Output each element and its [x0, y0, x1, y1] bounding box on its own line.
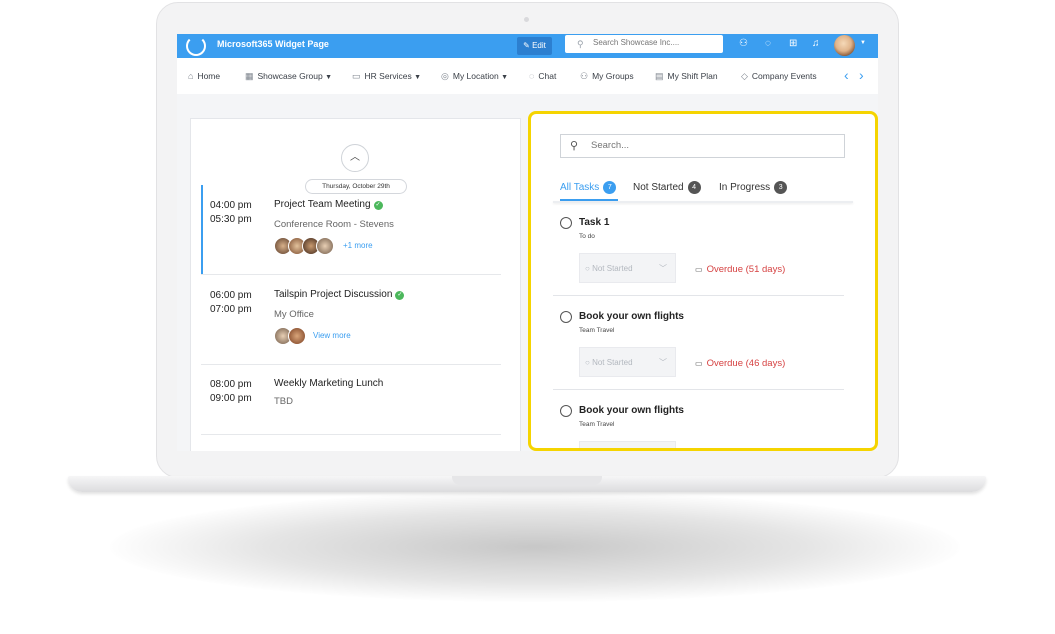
event-location: TBD — [274, 396, 293, 407]
tab-in-progress[interactable]: In Progress 3 — [719, 181, 788, 194]
calendar-icon: ▭ — [695, 359, 703, 368]
task-search[interactable]: ⚲ — [560, 134, 845, 158]
calendar-date: Thursday, October 29th — [305, 179, 407, 194]
attendee-avatar — [288, 327, 306, 345]
home-icon: ⌂ — [188, 71, 194, 81]
calendar-icon: ▤ — [655, 71, 664, 81]
chevron-down-icon: ﹀ — [659, 358, 667, 367]
status-circle-icon: ○ — [585, 358, 593, 367]
chevron-down-icon: ▼ — [325, 74, 333, 81]
webcam-dot — [524, 17, 529, 22]
event-location: Conference Room - Stevens — [274, 219, 394, 230]
user-avatar[interactable] — [834, 35, 855, 56]
count-badge: 4 — [687, 181, 701, 194]
laptop-shadow — [110, 492, 960, 602]
chevron-down-icon: ▼ — [501, 74, 509, 81]
task-bucket: Team Travel — [579, 421, 615, 428]
event-time: 04:00 pm 05:30 pm — [210, 200, 252, 225]
nav-prev-icon[interactable]: ‹ — [844, 67, 849, 83]
nav-item-my-groups[interactable]: ⚇ My Groups — [580, 71, 634, 82]
chat-icon: ◌ — [529, 71, 535, 81]
attendees-more-link[interactable]: +1 more — [343, 241, 373, 250]
people-icon[interactable]: ⚇ — [739, 38, 748, 49]
bell-icon[interactable]: ♫ — [812, 38, 820, 49]
event-location: My Office — [274, 309, 314, 320]
task-title: Task 1 — [579, 217, 610, 228]
count-badge: 7 — [603, 181, 617, 194]
task-complete-radio[interactable] — [560, 311, 572, 323]
divider — [201, 364, 501, 365]
nav-item-my-location[interactable]: ◎ My Location ▼ — [441, 71, 508, 82]
nav-item-home[interactable]: ⌂ Home — [188, 71, 220, 81]
app-screen: Microsoft365 Widget Page ✎ Edit ⚲ ⚇ ◌ ⊞ … — [177, 34, 878, 451]
building-icon: ▦ — [245, 71, 254, 81]
task-status-select[interactable]: ○ Not Started ﹀ — [579, 347, 676, 377]
task-due: ▭ Overdue (51 days) — [695, 264, 786, 275]
status-circle-icon: ○ — [585, 264, 593, 273]
task-search-input[interactable] — [589, 139, 833, 152]
task-complete-radio[interactable] — [560, 217, 572, 229]
tasks-widget: ⚲ All Tasks7 Not Started4 In Progress3 T… — [528, 111, 878, 451]
calendar-icon: ▭ — [695, 265, 703, 274]
divider — [201, 274, 501, 275]
groups-icon: ⚇ — [580, 71, 589, 81]
nav-item-hr-services[interactable]: ▭ HR Services ▼ — [352, 71, 421, 82]
divider — [201, 434, 501, 435]
divider — [553, 295, 844, 296]
task-title: Book your own flights — [579, 311, 684, 322]
laptop-notch — [452, 476, 602, 485]
apps-grid-icon[interactable]: ⊞ — [789, 38, 797, 49]
app-logo-icon[interactable] — [186, 36, 206, 56]
nav-next-icon[interactable]: › — [859, 67, 864, 83]
search-icon: ⚲ — [577, 39, 584, 49]
event-title: Weekly Marketing Lunch — [274, 378, 384, 389]
edit-button[interactable]: ✎ Edit — [517, 37, 552, 55]
calendar-widget: ︿ Thursday, October 29th 04:00 pm 05:30 … — [190, 118, 521, 451]
app-title: Microsoft365 Widget Page — [217, 39, 329, 49]
globe-icon: ◎ — [441, 71, 449, 81]
global-search[interactable]: ⚲ — [565, 35, 723, 53]
check-icon: ✓ — [395, 291, 405, 300]
divider — [553, 389, 844, 390]
nav-item-company-events[interactable]: ◇ Company Events — [741, 71, 817, 82]
nav-item-my-shift-plan[interactable]: ▤ My Shift Plan — [655, 71, 718, 82]
attendees-more-link[interactable]: View more — [313, 331, 351, 340]
event-time: 08:00 pm 09:00 pm — [210, 379, 252, 404]
chevron-down-icon[interactable]: ▼ — [860, 40, 866, 46]
chevron-down-icon: ﹀ — [659, 264, 667, 273]
tag-icon: ◇ — [741, 71, 748, 81]
event-title: Tailspin Project Discussion ✓ — [274, 289, 405, 300]
check-icon: ✓ — [373, 201, 383, 210]
edit-label: Edit — [532, 41, 546, 50]
task-title: Book your own flights — [579, 405, 684, 416]
nav-item-showcase-group[interactable]: ▦ Showcase Group ▼ — [245, 71, 332, 82]
tab-all-tasks[interactable]: All Tasks 7 — [560, 181, 617, 194]
search-icon: ⚲ — [570, 140, 579, 152]
task-bucket: To do — [579, 233, 595, 240]
nav-item-chat[interactable]: ◌ Chat — [529, 71, 556, 81]
chevron-up-icon[interactable]: ︿ — [341, 144, 369, 172]
count-badge: 3 — [774, 181, 788, 194]
nav-bar: ⌂ Home ▦ Showcase Group ▼ ▭ HR Services ▼ ◎… — [177, 58, 878, 94]
task-status-select[interactable]: ○ Not Started ﹀ — [579, 253, 676, 283]
current-event-indicator — [201, 185, 203, 275]
edit-icon: ✎ — [523, 41, 530, 50]
task-bucket: Team Travel — [579, 327, 615, 334]
chat-icon[interactable]: ◌ — [765, 38, 771, 49]
attendee-avatar — [316, 237, 334, 255]
tab-not-started[interactable]: Not Started 4 — [633, 181, 701, 194]
event-time: 06:00 pm 07:00 pm — [210, 290, 252, 315]
task-status-select[interactable] — [579, 441, 676, 448]
chevron-down-icon: ▼ — [414, 74, 422, 81]
folder-icon: ▭ — [352, 71, 361, 81]
event-title: Project Team Meeting ✓ — [274, 199, 383, 210]
task-due: ▭ Overdue (46 days) — [695, 358, 786, 369]
tab-divider — [553, 201, 853, 203]
top-bar: Microsoft365 Widget Page ✎ Edit ⚲ ⚇ ◌ ⊞ … — [177, 34, 878, 58]
task-complete-radio[interactable] — [560, 405, 572, 417]
global-search-input[interactable] — [591, 37, 721, 48]
